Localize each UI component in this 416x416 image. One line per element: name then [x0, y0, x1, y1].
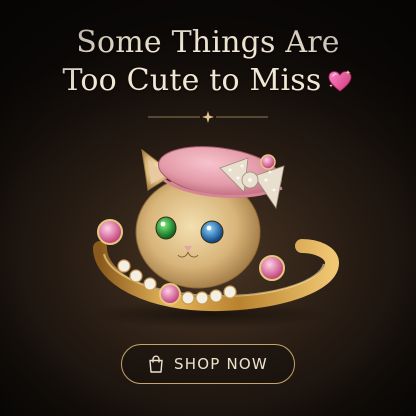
headline: Some Things Are Too Cute to Miss — [0, 24, 416, 100]
cat-ring-image — [92, 146, 340, 328]
headline-line-2-text: Too Cute to Miss — [62, 63, 322, 98]
headline-line-2: Too Cute to Miss — [0, 62, 416, 100]
headline-divider — [148, 111, 268, 123]
sparkling-heart-icon — [329, 70, 352, 92]
ad-banner: Some Things Are Too Cute to Miss SHOP NO… — [0, 0, 416, 416]
shop-now-label: SHOP NOW — [174, 355, 268, 373]
sparkle-icon — [202, 111, 214, 123]
shop-now-button[interactable]: SHOP NOW — [121, 344, 295, 384]
shopping-bag-icon — [149, 355, 163, 373]
headline-line-1: Some Things Are — [76, 25, 340, 60]
